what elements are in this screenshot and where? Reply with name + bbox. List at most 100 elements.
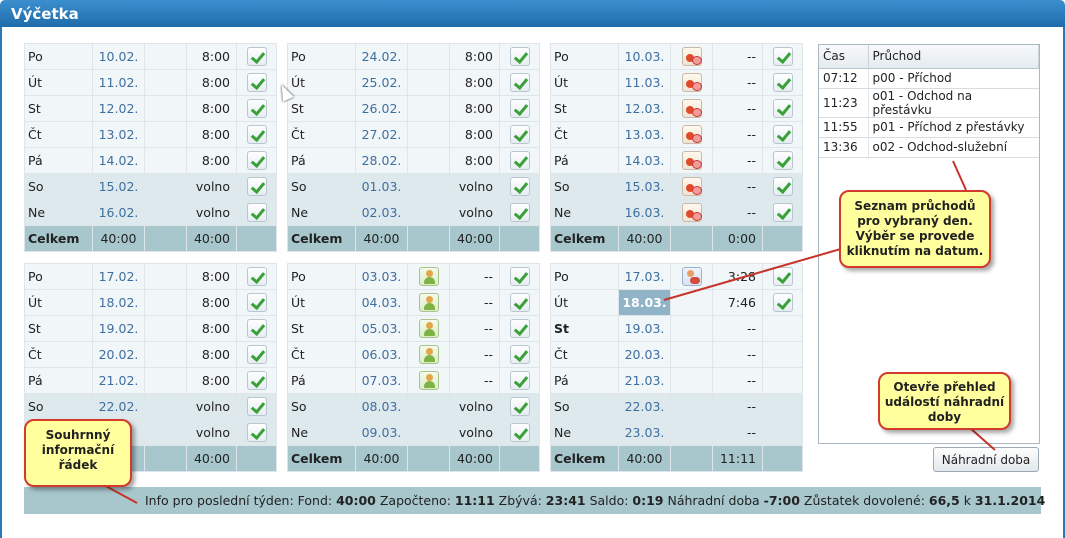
checkmark-icon[interactable]: [246, 293, 267, 312]
day-date-link[interactable]: 04.03.: [355, 289, 408, 316]
checkmark-icon[interactable]: [772, 125, 793, 144]
checkmark-icon[interactable]: [509, 293, 530, 312]
checkmark-icon[interactable]: [772, 73, 793, 92]
day-date-link[interactable]: 02.03.: [355, 199, 408, 226]
pills-icon[interactable]: [681, 203, 702, 222]
checkmark-icon[interactable]: [246, 345, 267, 364]
checkmark-icon[interactable]: [246, 47, 267, 66]
checkmark-icon[interactable]: [246, 125, 267, 144]
checkmark-icon[interactable]: [246, 177, 267, 196]
checkmark-icon[interactable]: [509, 177, 530, 196]
person-icon[interactable]: [418, 293, 439, 312]
day-date-link[interactable]: 15.02.: [92, 173, 145, 200]
day-date-link[interactable]: 09.03.: [355, 419, 408, 446]
day-date-link[interactable]: 01.03.: [355, 173, 408, 200]
checkmark-icon[interactable]: [772, 267, 793, 286]
day-date-link[interactable]: 19.03.: [618, 315, 671, 342]
checkmark-icon[interactable]: [246, 99, 267, 118]
checkmark-icon[interactable]: [246, 73, 267, 92]
checkmark-icon[interactable]: [509, 47, 530, 66]
pills-icon[interactable]: [681, 177, 702, 196]
checkmark-icon[interactable]: [772, 99, 793, 118]
pass-row[interactable]: 07:12 p00 - Příchod: [819, 68, 1039, 89]
person-icon[interactable]: [418, 267, 439, 286]
checkmark-icon[interactable]: [509, 99, 530, 118]
day-date-link[interactable]: 20.02.: [92, 341, 145, 368]
checkmark-icon[interactable]: [772, 177, 793, 196]
pills-icon[interactable]: [681, 73, 702, 92]
day-date-link[interactable]: 21.02.: [92, 367, 145, 394]
day-date-link[interactable]: 19.02.: [92, 315, 145, 342]
checkmark-icon[interactable]: [246, 423, 267, 442]
checkmark-icon[interactable]: [772, 203, 793, 222]
day-date-link[interactable]: 10.02.: [92, 43, 145, 70]
pills-icon[interactable]: [681, 125, 702, 144]
absence-icon-cell: [407, 121, 450, 148]
checkmark-icon[interactable]: [509, 73, 530, 92]
checkmark-icon[interactable]: [509, 319, 530, 338]
passes-header-time[interactable]: Čas: [819, 45, 869, 69]
checkmark-icon[interactable]: [509, 203, 530, 222]
checkmark-icon[interactable]: [246, 319, 267, 338]
pills-icon[interactable]: [681, 151, 702, 170]
day-date-link[interactable]: 05.03.: [355, 315, 408, 342]
checkmark-icon[interactable]: [772, 293, 793, 312]
day-date-link[interactable]: 11.03.: [618, 69, 671, 96]
day-date-link[interactable]: 17.02.: [92, 263, 145, 290]
day-date-link[interactable]: 23.03.: [618, 419, 671, 446]
day-date-link[interactable]: 22.02.: [92, 393, 145, 420]
pass-row[interactable]: 11:23 o01 - Odchod na přestávku: [819, 88, 1039, 118]
day-date-link[interactable]: 21.03.: [618, 367, 671, 394]
day-date-link[interactable]: 20.03.: [618, 341, 671, 368]
checkmark-icon[interactable]: [509, 371, 530, 390]
day-date-link[interactable]: 17.03.: [618, 263, 671, 290]
doctor-icon[interactable]: [681, 267, 702, 286]
checkmark-icon[interactable]: [509, 151, 530, 170]
day-date-link[interactable]: 07.03.: [355, 367, 408, 394]
day-date-link[interactable]: 03.03.: [355, 263, 408, 290]
checkmark-icon[interactable]: [772, 47, 793, 66]
checkmark-icon[interactable]: [246, 151, 267, 170]
day-date-link[interactable]: 15.03.: [618, 173, 671, 200]
day-date-link[interactable]: 18.03.: [618, 289, 671, 316]
checkmark-icon[interactable]: [246, 203, 267, 222]
pass-row[interactable]: 13:36 o02 - Odchod-služební: [819, 137, 1039, 158]
person-icon[interactable]: [418, 371, 439, 390]
day-date-link[interactable]: 27.02.: [355, 121, 408, 148]
person-icon[interactable]: [418, 345, 439, 364]
day-date-link[interactable]: 11.02.: [92, 69, 145, 96]
person-icon[interactable]: [418, 319, 439, 338]
day-date-link[interactable]: 12.02.: [92, 95, 145, 122]
checkmark-icon[interactable]: [509, 397, 530, 416]
day-date-link[interactable]: 06.03.: [355, 341, 408, 368]
day-date-link[interactable]: 16.02.: [92, 199, 145, 226]
day-date-link[interactable]: 12.03.: [618, 95, 671, 122]
day-date-link[interactable]: 14.02.: [92, 147, 145, 174]
day-date-link[interactable]: 28.02.: [355, 147, 408, 174]
day-date-link[interactable]: 24.02.: [355, 43, 408, 70]
total-label: Celkem: [550, 225, 619, 252]
checkmark-icon[interactable]: [509, 423, 530, 442]
checkmark-icon[interactable]: [509, 267, 530, 286]
checkmark-icon[interactable]: [246, 397, 267, 416]
replacement-time-button[interactable]: Náhradní doba: [933, 447, 1039, 472]
checkmark-icon[interactable]: [246, 267, 267, 286]
day-date-link[interactable]: 08.03.: [355, 393, 408, 420]
checkmark-icon[interactable]: [772, 151, 793, 170]
pass-row[interactable]: 11:55 p01 - Příchod z přestávky: [819, 117, 1039, 138]
day-date-link[interactable]: 22.03.: [618, 393, 671, 420]
day-date-link[interactable]: 13.03.: [618, 121, 671, 148]
day-date-link[interactable]: 25.02.: [355, 69, 408, 96]
day-date-link[interactable]: 10.03.: [618, 43, 671, 70]
day-date-link[interactable]: 26.02.: [355, 95, 408, 122]
passes-header-pass[interactable]: Průchod: [868, 45, 1039, 69]
day-date-link[interactable]: 18.02.: [92, 289, 145, 316]
day-date-link[interactable]: 13.02.: [92, 121, 145, 148]
checkmark-icon[interactable]: [509, 345, 530, 364]
day-date-link[interactable]: 16.03.: [618, 199, 671, 226]
checkmark-icon[interactable]: [509, 125, 530, 144]
pills-icon[interactable]: [681, 47, 702, 66]
day-date-link[interactable]: 14.03.: [618, 147, 671, 174]
checkmark-icon[interactable]: [246, 371, 267, 390]
pills-icon[interactable]: [681, 99, 702, 118]
